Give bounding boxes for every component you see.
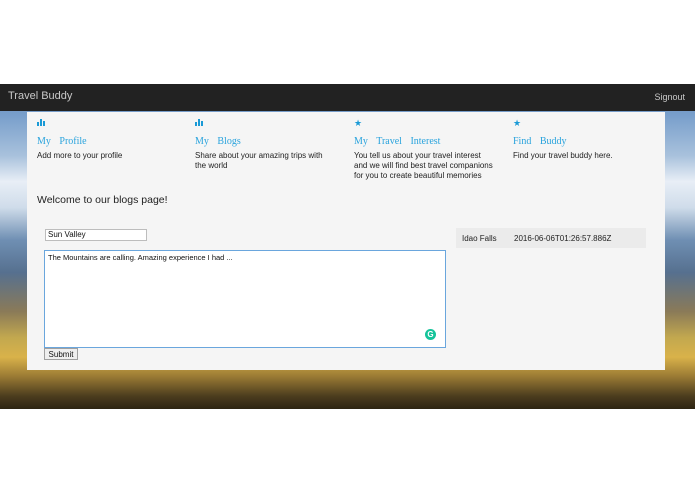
feature-title[interactable]: Find Buddy [513, 136, 663, 147]
feature-description: You tell us about your travel interest a… [354, 151, 493, 180]
feature-title[interactable]: My Travel Interest [354, 136, 504, 147]
feature-my-blogs[interactable]: My Blogs Share about your amazing trips … [195, 118, 345, 171]
blog-title-input[interactable]: Sun Valley [45, 229, 147, 241]
feature-description: Share about your amazing trips with the … [195, 151, 323, 170]
star-icon: ★ [513, 118, 522, 128]
submit-button[interactable]: Submit [44, 348, 78, 360]
blog-list-item[interactable]: Idao Falls 2016-06-06T01:26:57.886Z [456, 228, 646, 248]
feature-description: Add more to your profile [37, 151, 123, 160]
main-panel: My Profile Add more to your profile My B… [27, 112, 665, 370]
feature-title[interactable]: My Profile [37, 136, 187, 147]
bar-chart-icon [37, 118, 187, 130]
brand-link[interactable]: Travel Buddy [8, 90, 72, 102]
feature-my-travel-interest[interactable]: ★ My Travel Interest You tell us about y… [354, 118, 504, 181]
page-heading: Welcome to our blogs page! [37, 194, 168, 206]
navbar: Travel Buddy Signout [0, 84, 695, 111]
blog-entry-timestamp: 2016-06-06T01:26:57.886Z [514, 234, 612, 243]
blog-entry-title[interactable]: Idao Falls [462, 234, 497, 243]
feature-find-buddy[interactable]: ★ Find Buddy Find your travel buddy here… [513, 118, 663, 161]
grammarly-icon[interactable]: G [425, 329, 436, 340]
feature-description: Find your travel buddy here. [513, 151, 613, 160]
blog-content-textarea[interactable]: The Mountains are calling. Amazing exper… [44, 250, 446, 348]
signout-link[interactable]: Signout [654, 92, 685, 102]
feature-title[interactable]: My Blogs [195, 136, 345, 147]
feature-my-profile[interactable]: My Profile Add more to your profile [37, 118, 187, 161]
background-image: Travel Buddy Signout My Profile Add more… [0, 84, 695, 409]
star-icon: ★ [354, 118, 363, 128]
bar-chart-icon [195, 118, 345, 130]
